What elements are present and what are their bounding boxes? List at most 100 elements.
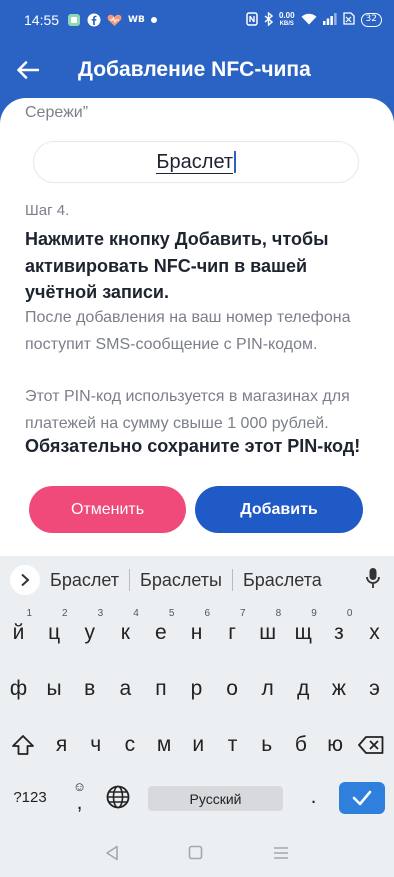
key-label: ц: [48, 621, 61, 644]
letter-key[interactable]: н6: [179, 605, 214, 661]
no-sim-icon: [342, 12, 355, 28]
key-label: ы: [46, 677, 62, 700]
key-label: ю: [327, 733, 343, 756]
key-label: д: [297, 677, 310, 700]
letter-key[interactable]: ь: [249, 717, 284, 773]
nav-menu-button[interactable]: [273, 845, 289, 864]
letter-key[interactable]: у3: [72, 605, 107, 661]
key-number-hint: 0: [346, 608, 353, 619]
letter-key[interactable]: г7: [215, 605, 250, 661]
key-label: у: [84, 621, 95, 644]
key-number-hint: 6: [204, 608, 210, 619]
letter-key[interactable]: д: [286, 661, 321, 717]
key-label: о: [226, 677, 238, 700]
cancel-button[interactable]: Отменить: [29, 486, 186, 533]
letter-key[interactable]: ы: [37, 661, 72, 717]
square-home-icon: [189, 845, 203, 860]
letter-key[interactable]: э: [357, 661, 392, 717]
microphone-icon[interactable]: [366, 567, 380, 594]
scrolled-text-fragment: Сережи”: [25, 104, 89, 121]
facebook-icon: [87, 13, 101, 27]
comma-key[interactable]: ☺ ,: [62, 769, 97, 825]
pin-note: Этот PIN-код используется в магазинах дл…: [25, 388, 350, 432]
letter-key[interactable]: х: [357, 605, 392, 661]
symbols-key[interactable]: ?123: [8, 769, 52, 825]
key-number-hint: 8: [275, 608, 282, 619]
key-number-hint: 2: [62, 608, 68, 619]
text-caret: [234, 151, 236, 173]
letter-key[interactable]: п: [143, 661, 178, 717]
letter-key[interactable]: а: [108, 661, 143, 717]
chip-name-value: Браслет: [156, 150, 234, 174]
letter-key[interactable]: б: [283, 717, 318, 773]
system-navigation-bar: [0, 832, 394, 877]
letter-key[interactable]: к4: [108, 605, 143, 661]
key-label: ь: [261, 733, 273, 756]
sms-note: После добавления на ваш номер телефона п…: [25, 309, 351, 353]
letter-key[interactable]: ю: [318, 717, 353, 773]
key-number-hint: 3: [97, 608, 104, 619]
key-label: к: [120, 621, 130, 644]
add-button[interactable]: Добавить: [195, 486, 363, 533]
letter-key[interactable]: ф: [1, 661, 36, 717]
letter-key[interactable]: я: [44, 717, 79, 773]
letter-key[interactable]: ч: [78, 717, 113, 773]
network-speed: 0.00 KB/S: [279, 12, 295, 28]
nav-home-button[interactable]: [188, 845, 203, 864]
letter-key[interactable]: и: [181, 717, 216, 773]
letter-key[interactable]: е5: [143, 605, 178, 661]
key-label: и: [192, 733, 205, 756]
key-number-hint: 9: [311, 608, 317, 619]
keyboard: Браслет Браслеты Браслета й1ц2у3к4е5н6г7…: [0, 556, 394, 832]
suggestion-bar: Браслет Браслеты Браслета: [0, 556, 394, 604]
heart-app-icon: [107, 14, 122, 27]
key-number-hint: 5: [168, 608, 175, 619]
suggestion-3[interactable]: Браслета: [233, 570, 332, 591]
backspace-icon: [358, 736, 384, 754]
dot-indicator: [150, 17, 157, 23]
instruction-text: Нажмите кнопку Добавить, чтобы активиров…: [25, 229, 329, 302]
key-number-hint: 7: [240, 608, 246, 619]
key-label: й: [12, 621, 25, 644]
expand-toolbar-button[interactable]: [10, 565, 40, 595]
letter-key[interactable]: в: [72, 661, 107, 717]
chevron-right-icon: [21, 573, 30, 587]
letter-key[interactable]: с: [112, 717, 147, 773]
letter-key[interactable]: м: [147, 717, 182, 773]
chip-name-input[interactable]: Браслет: [33, 141, 359, 183]
shift-key[interactable]: [4, 717, 42, 773]
key-number-hint: 4: [133, 608, 139, 619]
globe-icon: [106, 785, 129, 809]
key-label: в: [84, 677, 96, 700]
letter-key[interactable]: т: [215, 717, 250, 773]
backspace-key[interactable]: [352, 717, 390, 773]
period-key[interactable]: .: [296, 769, 331, 825]
page-title: Добавление NFC-чипа: [78, 58, 311, 81]
comma-label: ,: [76, 791, 83, 814]
letter-key[interactable]: о: [215, 661, 250, 717]
letter-key[interactable]: р: [179, 661, 214, 717]
key-row-4: ?123 ☺ , Русский .: [0, 769, 394, 825]
letter-key[interactable]: л: [250, 661, 285, 717]
suggestion-2[interactable]: Браслеты: [130, 570, 232, 591]
space-key[interactable]: Русский: [148, 786, 283, 811]
key-label: х: [369, 621, 380, 644]
key-label: э: [369, 677, 380, 700]
arrow-left-icon: [17, 61, 39, 79]
letter-key[interactable]: ц2: [37, 605, 72, 661]
letter-key[interactable]: й1: [1, 605, 36, 661]
key-label: я: [55, 733, 68, 756]
letter-key[interactable]: щ9: [286, 605, 321, 661]
wifi-icon: [301, 13, 317, 28]
letter-key[interactable]: ж: [321, 661, 356, 717]
back-button[interactable]: [3, 45, 53, 95]
letter-key[interactable]: з0: [321, 605, 356, 661]
suggestion-1[interactable]: Браслет: [40, 570, 129, 591]
key-label: щ: [294, 621, 312, 644]
letter-key[interactable]: ш8: [250, 605, 285, 661]
emoji-icon: ☺: [72, 779, 87, 794]
enter-key[interactable]: [339, 782, 385, 814]
language-key[interactable]: [100, 769, 135, 825]
nav-back-button[interactable]: [105, 845, 119, 865]
step-label: Шаг 4.: [25, 202, 70, 219]
